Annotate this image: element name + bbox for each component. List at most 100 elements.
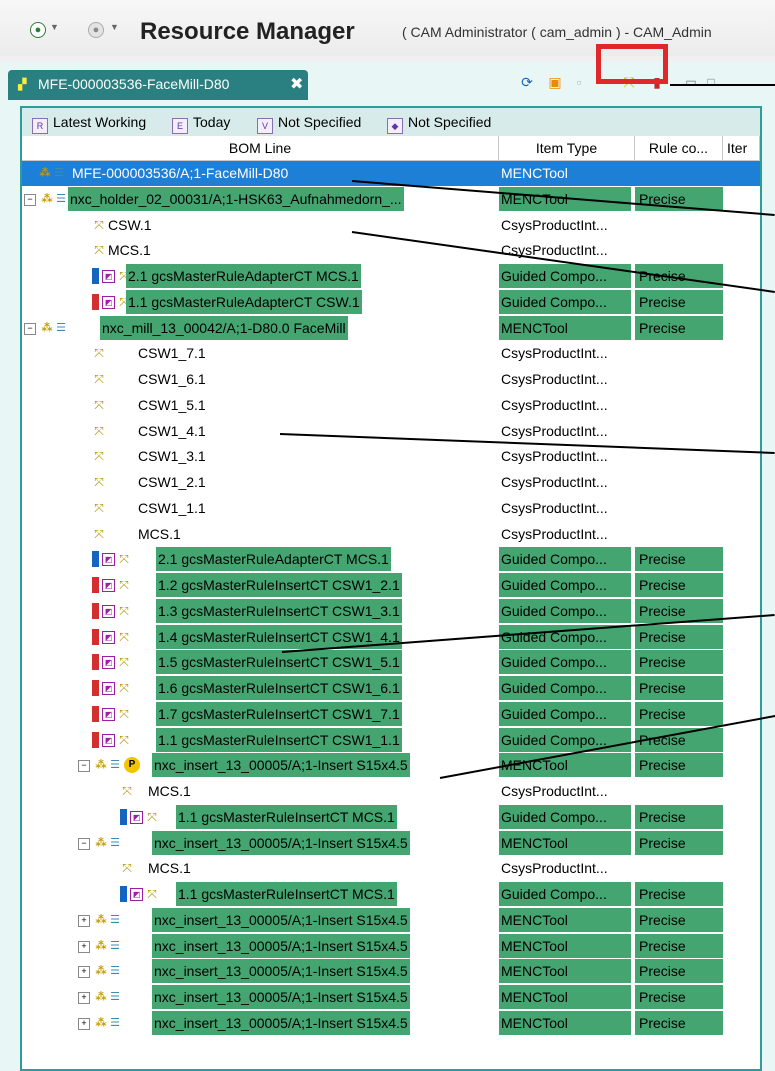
tree-row[interactable]: − ⁂ ☰ nxc_mill_13_00042/A;1-D80.0 FaceMill M…	[22, 315, 760, 341]
side-strip	[762, 106, 775, 1071]
close-icon[interactable]: ✖	[290, 74, 303, 94]
node-icons: − ⁂ ☰	[78, 835, 122, 851]
collapse-icon[interactable]: −	[24, 322, 36, 335]
node-icons: ⤧	[120, 783, 134, 799]
tree-row[interactable]: + ⁂ ☰ nxc_insert_13_00005/A;1-Insert S15x4.…	[22, 907, 760, 933]
col-item-type[interactable]: Item Type	[499, 136, 635, 160]
node-icons: ⤧	[92, 448, 106, 464]
node-icons: ⤧	[92, 242, 106, 258]
bom-line-label: nxc_holder_02_00031/A;1-HSK63_Aufnahmedo…	[68, 186, 404, 211]
tree-row[interactable]: + ⁂ ☰ nxc_insert_13_00005/A;1-Insert S15x4.…	[22, 985, 760, 1010]
expand-icon[interactable]: +	[78, 992, 90, 1004]
tree-row[interactable]: + ⁂ ☰ nxc_insert_13_00005/A;1-Insert S15x4.…	[22, 959, 760, 984]
collapse-icon[interactable]: −	[78, 837, 90, 850]
insert-rule-icon	[92, 654, 99, 671]
col-rule-config[interactable]: Rule co...	[635, 136, 723, 160]
collapse-icon[interactable]: −	[24, 193, 36, 206]
item-type-cell: Guided Compo...	[499, 882, 631, 906]
tree-row[interactable]: ◩ ⤧ 1.3 gcsMasterRuleInsertCT CSW1_3.1 Guid…	[22, 598, 760, 624]
node-icons: + ⁂ ☰	[78, 938, 122, 954]
maximize-icon[interactable]: □	[702, 73, 720, 91]
expand-icon[interactable]: +	[78, 966, 90, 979]
tree-row[interactable]: ◩ ⤧ 1.2 gcsMasterRuleInsertCT CSW1_2.1 Guid…	[22, 573, 760, 598]
date-icon: E	[172, 118, 188, 134]
back-icon[interactable]: ●	[88, 22, 104, 38]
tree-row[interactable]: ◩ ⤧ 1.1 gcsMasterRuleInsertCT MCS.1 Guided …	[22, 804, 760, 830]
dropdown-arrow-icon[interactable]: ▼	[50, 22, 59, 32]
bom-line-icon: ☰	[54, 167, 64, 179]
filter-today[interactable]: E Today	[172, 114, 230, 134]
bom-line-label: CSW1_1.1	[138, 499, 206, 516]
rule-config-cell: Precise	[635, 264, 723, 288]
tree-row[interactable]: ⤧ MCS.1 CsysProductInt...	[22, 779, 760, 804]
item-revision-icon: ⁂	[95, 913, 107, 926]
tab-structure[interactable]: ▞ MFE-000003536-FaceMill-D80 ✖	[8, 70, 308, 100]
csys-icon: ⤧	[94, 449, 104, 464]
tree-row[interactable]: ◩ ⤧ 1.1 gcsMasterRuleAdapterCT CSW.1 Guided…	[22, 289, 760, 315]
tree-row[interactable]: ⤧ CSW1_4.1 CsysProductInt...	[22, 419, 760, 444]
tree-row[interactable]: ◩ ⤧ 1.5 gcsMasterRuleInsertCT CSW1_5.1 Guid…	[22, 650, 760, 675]
bom-line-label: MCS.1	[148, 860, 191, 877]
expand-icon[interactable]: +	[78, 940, 90, 953]
tree-row[interactable]: + ⁂ ☰ nxc_insert_13_00005/A;1-Insert S15x4.…	[22, 1010, 760, 1036]
csys-icon: ⤧	[94, 346, 104, 361]
bom-line-label: 1.6 gcsMasterRuleInsertCT CSW1_6.1	[156, 676, 402, 700]
bom-line-label: nxc_insert_13_00005/A;1-Insert S15x4.5	[152, 933, 410, 958]
tree-row[interactable]: ⤧ CSW1_1.1 CsysProductInt...	[22, 496, 760, 521]
tree-row[interactable]: ◩ ⤧ 1.1 gcsMasterRuleInsertCT MCS.1 Guided …	[22, 882, 760, 907]
tree-row[interactable]: − ⁂ ☰ nxc_insert_13_00005/A;1-Insert S15x4.…	[22, 830, 760, 856]
properties-icon[interactable]: ▣	[546, 73, 564, 91]
item-type-cell: CsysProductInt...	[501, 474, 608, 490]
rule-config-cell: Precise	[635, 907, 723, 932]
precise-badge-icon: P	[124, 757, 140, 774]
minimize-icon[interactable]: ▭	[682, 73, 700, 91]
item-type-cell: Guided Compo...	[499, 727, 631, 752]
tree-row[interactable]: ⤧ CSW1_6.1 CsysProductInt...	[22, 367, 760, 392]
csys-icon: ⤧	[119, 681, 129, 695]
tree-row[interactable]: − ⁂ ☰ nxc_holder_02_00031/A;1-HSK63_Aufnahm…	[22, 186, 760, 212]
item-type-cell: CsysProductInt...	[501, 448, 608, 465]
tree-row[interactable]: ⤧ CSW1_7.1 CsysProductInt...	[22, 341, 760, 366]
expand-icon[interactable]: +	[78, 1017, 90, 1030]
expand-icon[interactable]: +	[78, 914, 90, 927]
tree-row[interactable]: ⤧ MCS.1 CsysProductInt...	[22, 856, 760, 881]
csys-icon: ⤧	[119, 578, 129, 592]
tree-row[interactable]: + ⁂ ☰ nxc_insert_13_00005/A;1-Insert S15x4.…	[22, 933, 760, 959]
tree-row[interactable]: ◩ ⤧ 2.1 gcsMasterRuleAdapterCT MCS.1 Guided…	[22, 547, 760, 572]
tree-row[interactable]: ◩ ⤧ 1.7 gcsMasterRuleInsertCT CSW1_7.1 Guid…	[22, 701, 760, 727]
filter-not-specified-option[interactable]: ◆ Not Specified	[387, 114, 491, 134]
node-icons: + ⁂ ☰	[78, 1015, 122, 1031]
col-bom-line[interactable]: BOM Line	[22, 136, 499, 160]
filter-latest-working[interactable]: R Latest Working	[32, 114, 146, 134]
item-type-cell: MENCTool	[499, 830, 631, 855]
tree-row[interactable]: ⤧ MCS.1 CsysProductInt...	[22, 522, 760, 547]
adapter-rule-icon	[120, 808, 127, 825]
tree-row[interactable]: ◩ ⤧ 1.4 gcsMasterRuleInsertCT CSW1_4.1 Guid…	[22, 624, 760, 650]
guided-component-icon: ◩	[102, 630, 115, 644]
filter-not-specified-variant[interactable]: V Not Specified	[257, 114, 361, 134]
rule-config-cell: Precise	[635, 933, 723, 958]
refresh-icon[interactable]: ⟳	[518, 73, 536, 91]
bom-line-label: nxc_insert_13_00005/A;1-Insert S15x4.5	[152, 830, 410, 855]
tree-row[interactable]: ⤧ CSW1_5.1 CsysProductInt...	[22, 393, 760, 418]
tree-row[interactable]: ◩ ⤧ 1.6 gcsMasterRuleInsertCT CSW1_6.1 Guid…	[22, 676, 760, 701]
column-header: BOM Line Item Type Rule co... Iter	[22, 136, 760, 161]
tree-row[interactable]: ⤧ MCS.1 CsysProductInt...	[22, 238, 760, 263]
globe-icon[interactable]: ●	[30, 22, 46, 38]
col-item[interactable]: Iter	[723, 136, 760, 160]
item-revision-icon: ⁂	[95, 759, 107, 772]
item-type-cell: MENCTool	[499, 907, 631, 932]
collapse-icon[interactable]: −	[78, 760, 90, 773]
tree-row[interactable]: ⤧ CSW1_2.1 CsysProductInt...	[22, 470, 760, 495]
item-revision-icon: ⁂	[41, 321, 53, 334]
rule-config-cell	[635, 496, 723, 520]
node-icons: ◩ ⤧	[120, 808, 159, 825]
bom-line-icon: ☰	[110, 1016, 120, 1029]
rule-config-cell: Precise	[635, 315, 723, 340]
guided-component-icon: ◩	[102, 707, 115, 721]
tree-row[interactable]: − ⁂ ☰ Pnxc_insert_13_00005/A;1-Insert S15x4…	[22, 753, 760, 778]
guided-component-icon: ◩	[102, 295, 115, 309]
tree-row[interactable]: ⤧ CSW.1 CsysProductInt...	[22, 213, 760, 238]
dropdown-arrow-icon[interactable]: ▼	[110, 22, 119, 32]
tree-row[interactable]: ◩ ⤧ 2.1 gcsMasterRuleAdapterCT MCS.1 Guided…	[22, 264, 760, 289]
